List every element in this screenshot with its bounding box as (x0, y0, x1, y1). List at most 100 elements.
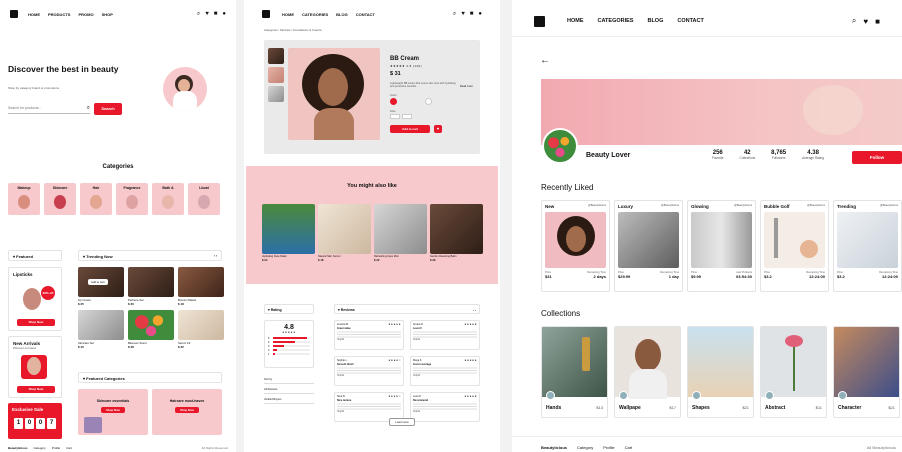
nav-home[interactable]: HOME (282, 12, 294, 17)
collection-card[interactable]: Abstract $11 (760, 326, 827, 418)
size-option[interactable] (402, 114, 412, 119)
featured-lipsticks-card[interactable]: Lipsticks 30% off Shop Now (8, 267, 62, 331)
add-to-cart-button[interactable]: Add to cart (390, 125, 430, 133)
color-swatch-red[interactable] (390, 98, 397, 105)
search-input[interactable] (8, 106, 78, 110)
nav-categories[interactable]: CATEGORIES (302, 12, 328, 17)
rating-filter[interactable]: Sort by (264, 378, 314, 384)
product-thumb[interactable] (268, 48, 284, 64)
category-lboat[interactable]: Lboat (188, 183, 220, 215)
back-arrow-icon[interactable]: ← (540, 55, 550, 66)
fc-skincare-button[interactable]: Shop Now (101, 407, 125, 413)
featured-header: ▾ Featured (8, 250, 62, 261)
also-like-item[interactable]: Natural Skin Serum $ 18 (318, 204, 371, 262)
search-icon[interactable]: ⌕ (453, 11, 456, 18)
category-makeup[interactable]: Makeup (8, 183, 40, 215)
nav-shop[interactable]: SHOP (102, 12, 113, 17)
arrows-icon[interactable]: ‹ › (214, 254, 217, 258)
liked-card[interactable]: Bubble Golf @Beautylicious Price Remaining… (760, 200, 829, 292)
new-arrivals-shop-button[interactable]: Shop Now (17, 386, 55, 393)
size-option[interactable] (390, 114, 400, 119)
logo[interactable] (10, 10, 18, 18)
nav-promo[interactable]: PROMO (78, 12, 93, 17)
category-skincare[interactable]: Skincare (44, 183, 76, 215)
liked-card[interactable]: Luxury @Beautylicious Price Remaining Time… (614, 200, 683, 292)
hero-illustration (163, 67, 207, 111)
rating-filter[interactable]: All Reviews (264, 388, 314, 394)
liked-card[interactable]: New @Beautylicious Price Remaining Time $3… (541, 200, 610, 292)
lipsticks-shop-button[interactable]: Shop Now (17, 319, 55, 326)
heart-icon[interactable]: ♥ (461, 11, 465, 17)
category-bath[interactable]: Bath & (152, 183, 184, 215)
also-like-item[interactable]: Gentle Cleansing Balm $ 29 (430, 204, 483, 262)
product-thumb[interactable] (268, 86, 284, 102)
exclusive-sale-card[interactable]: Exclusive Sale 1 0 0 7 (8, 403, 62, 439)
color-swatch-white[interactable] (425, 98, 432, 105)
profile-stats: 256 Favorite 42 Collections 8,765 Followers… (712, 150, 825, 160)
read-more-link[interactable]: Read more (460, 85, 473, 88)
collection-avatar (692, 391, 701, 400)
nav-categories[interactable]: CATEGORIES (598, 18, 634, 24)
logo[interactable] (534, 15, 545, 27)
nav-blog[interactable]: BLOG (336, 12, 348, 17)
nav-home[interactable]: HOME (28, 12, 40, 17)
collection-card[interactable]: Shapes $21 (687, 326, 754, 418)
trending-item[interactable]: Blossom Scent $ 28 (128, 310, 174, 349)
review-card[interactable]: Maya K. ★★★★★ Good coverage Helpful (410, 356, 480, 386)
user-icon[interactable]: ● (478, 11, 482, 17)
nav-home[interactable]: HOME (567, 18, 584, 24)
review-card[interactable]: Jessica M. ★★★★★ Great value Helpful (334, 320, 404, 350)
search-button[interactable]: Search (94, 103, 122, 115)
load-more-button[interactable]: Load more (389, 418, 415, 426)
collection-avatar (619, 391, 628, 400)
bag-icon[interactable]: ■ (875, 17, 880, 26)
nav-products[interactable]: PRODUCTS (48, 12, 70, 17)
category-fragrance[interactable]: Fragrance (116, 183, 148, 215)
follow-button[interactable]: Follow (852, 151, 902, 164)
wishlist-button[interactable]: ♥ (434, 125, 442, 133)
bag-icon[interactable]: ■ (470, 11, 474, 17)
category-hair[interactable]: Hair (80, 183, 112, 215)
search-icon[interactable]: ⌕ (197, 11, 200, 18)
countdown-digit: 0 (36, 418, 45, 429)
nav-contact[interactable]: CONTACT (677, 18, 703, 24)
rating-filter[interactable]: Verified Buyers (264, 398, 314, 404)
fc-skincare-card[interactable]: Skincare essentials Shop Now (78, 389, 148, 435)
bag-icon[interactable]: ■ (214, 11, 218, 17)
trending-item[interactable]: Bronze Palette $ 18 (178, 267, 224, 306)
rating-summary: 4.8 ★★★★★ 5 4 3 2 1 (264, 320, 314, 368)
trending-item[interactable]: Perfume Set $ 30 (128, 267, 174, 306)
arrows-icon[interactable]: ‹ › (473, 308, 476, 312)
heart-icon[interactable]: ♥ (205, 11, 209, 17)
review-card[interactable]: Amara O. ★★★★★ Love it! Helpful (410, 320, 480, 350)
size-label: Size (390, 109, 396, 113)
collection-card[interactable]: Character $21 (833, 326, 900, 418)
trending-item[interactable]: Add to cart Lip Cream $ 25 (78, 267, 124, 306)
nav-contact[interactable]: CONTACT (356, 12, 375, 17)
user-icon[interactable]: ● (222, 11, 226, 17)
logo[interactable] (262, 10, 270, 18)
avatar[interactable] (542, 128, 578, 164)
also-like-item[interactable]: Refreshing Face Mist $ 22 (374, 204, 427, 262)
also-like-item[interactable]: Hydrating Face Mask $ 24 (262, 204, 315, 262)
nav-blog[interactable]: BLOG (647, 18, 663, 24)
review-card[interactable]: Sophie L. ★★★★☆ Smooth finish Helpful (334, 356, 404, 386)
trending-item[interactable]: Skincare Set $ 45 (78, 310, 124, 349)
liked-card[interactable]: Glowing @Beautylicious Price Last Products… (687, 200, 756, 292)
search-icon[interactable]: ⌕ (852, 16, 856, 26)
product-thumb[interactable] (268, 67, 284, 83)
trending-item[interactable]: Serum Kit $ 32 (178, 310, 224, 349)
collection-card[interactable]: Hands $13 (541, 326, 608, 418)
collection-card[interactable]: Wallpape $17 (614, 326, 681, 418)
fc-haircare-card[interactable]: Haircare must-haves Shop Now (152, 389, 222, 435)
recently-liked-row: New @Beautylicious Price Remaining Time $3… (541, 200, 902, 292)
fc-haircare-button[interactable]: Shop Now (175, 407, 199, 413)
search-icon[interactable]: ⌕ (87, 105, 90, 112)
heart-icon[interactable]: ♥ (863, 17, 868, 26)
featured-new-arrivals-card[interactable]: New Arrivals Discover our latest Shop No… (8, 336, 62, 398)
product-description: Lightweight BB cream that evens skin ton… (390, 82, 456, 89)
liked-card[interactable]: Trending @Beautylicious Price Remaining Ti… (833, 200, 902, 292)
review-card[interactable]: Lena P. ★★★★★ Recommend Helpful (410, 392, 480, 422)
breadcrumb[interactable]: Categories / Skincare / Foundations & Cr… (264, 28, 322, 32)
add-to-cart-chip[interactable]: Add to cart (88, 279, 108, 285)
